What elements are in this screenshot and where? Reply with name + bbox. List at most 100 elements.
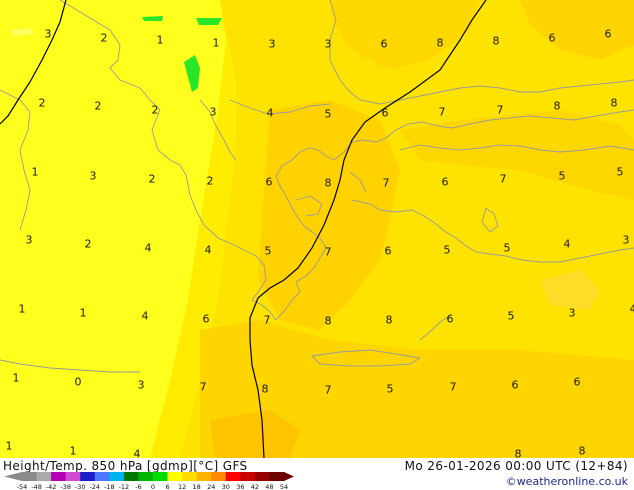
- temperature-value-label: 1: [31, 165, 39, 179]
- scale-arrow-left: [4, 472, 22, 481]
- temperature-value-label: 2: [148, 172, 156, 186]
- temperature-value-label: 5: [507, 309, 515, 323]
- temperature-value-label: 1: [18, 302, 26, 316]
- scale-swatch: [211, 472, 227, 481]
- scale-swatch: [94, 472, 110, 481]
- temperature-value-label: 4: [266, 106, 274, 120]
- temperature-value-label: 1: [5, 439, 13, 453]
- temperature-value-label: 3: [622, 233, 630, 247]
- temperature-value-label: 5: [386, 382, 394, 396]
- scale-swatch: [254, 472, 270, 481]
- scale-tick-label: 42: [251, 483, 259, 490]
- temperature-value-label: 5: [616, 165, 624, 179]
- temperature-value-label: 6: [548, 31, 556, 45]
- temperature-value-label: 8: [514, 447, 522, 459]
- temperature-value-label: 2: [38, 96, 46, 110]
- temperature-value-label: 8: [324, 314, 332, 328]
- footer: Height/Temp. 850 hPa [gdmp][°C] GFS Mo 2…: [0, 458, 634, 490]
- temperature-value-label: 8: [610, 96, 618, 110]
- temperature-value-label: 5: [443, 243, 451, 257]
- temperature-value-label: 7: [438, 105, 446, 119]
- temperature-value-label: 5: [324, 107, 332, 121]
- temperature-value-label: 2: [94, 99, 102, 113]
- scale-swatch: [225, 472, 241, 481]
- scale-tick-label: 0: [151, 483, 155, 490]
- temperature-value-label: 4: [204, 243, 212, 257]
- temperature-value-label: 7: [499, 172, 507, 186]
- scale-swatch: [182, 472, 198, 481]
- temperature-value-label: 3: [324, 37, 332, 51]
- scale-swatch: [109, 472, 125, 481]
- temperature-value-label: 6: [384, 244, 392, 258]
- temperature-value-label: 4: [563, 237, 571, 251]
- temperature-value-label: 8: [261, 382, 269, 396]
- temperature-value-label: 6: [511, 378, 519, 392]
- temperature-value-label: 3: [44, 27, 52, 41]
- temperature-value-label: 2: [206, 174, 214, 188]
- scale-tick-label: 6: [165, 483, 169, 490]
- scale-swatch: [240, 472, 256, 481]
- scale-swatch: [65, 472, 81, 481]
- scale-tick-label: 24: [207, 483, 215, 490]
- scale-swatch: [269, 472, 285, 481]
- temperature-value-label: 3: [209, 105, 217, 119]
- scale-swatch: [167, 472, 183, 481]
- temperature-value-label: 6: [441, 175, 449, 189]
- temperature-value-label: 3: [268, 37, 276, 51]
- temperature-value-label: 4: [629, 302, 634, 316]
- temperature-value-label: 1: [12, 371, 20, 385]
- scale-arrow-right: [284, 472, 294, 481]
- temperature-value-label: 6: [604, 27, 612, 41]
- temperature-value-label: 3: [89, 169, 97, 183]
- temperature-value-label: 1: [69, 444, 77, 458]
- temperature-value-label: 6: [381, 106, 389, 120]
- temperature-value-label: 7: [199, 380, 207, 394]
- scale-swatch: [123, 472, 139, 481]
- color-scale: -54 -48 -42 -38 -30 -24 -18 -12 -6 0 6 12 18 24 30 36 42…: [4, 472, 294, 490]
- scale-swatch: [80, 472, 96, 481]
- scale-swatch: [138, 472, 154, 481]
- temperature-value-label: 8: [385, 313, 393, 327]
- temperature-map: 3 2 1 1 3 3 6 8 8 6 6 2 2 2 3 4 5 6 7 7 8 8 1 3 2 2 6 8 7 6 7 5 5 3 2 4 4 5 7 6…: [0, 0, 634, 458]
- temperature-value-label: 6: [573, 375, 581, 389]
- temperature-value-label: 5: [264, 244, 272, 258]
- temperature-value-label: 2: [100, 31, 108, 45]
- scale-swatch: [36, 472, 52, 481]
- temperature-value-label: 7: [496, 103, 504, 117]
- scale-tick-label: -48: [31, 483, 42, 490]
- temperature-value-label: 8: [553, 99, 561, 113]
- scale-tick-label: 30: [222, 483, 230, 490]
- temperature-value-label: 7: [449, 380, 457, 394]
- copyright-link[interactable]: ©weatheronline.co.uk: [506, 475, 628, 488]
- temperature-value-label: 3: [137, 378, 145, 392]
- scale-tick-label: 36: [236, 483, 244, 490]
- temperature-value-label: 8: [324, 176, 332, 190]
- temperature-value-label: 2: [151, 103, 159, 117]
- scale-tick-label: 12: [178, 483, 186, 490]
- scale-tick-label: -12: [119, 483, 130, 490]
- temperature-value-label: 3: [25, 233, 33, 247]
- temperature-value-label: 0: [74, 375, 82, 389]
- scale-tick-label: -30: [75, 483, 86, 490]
- temperature-value-label: 4: [144, 241, 152, 255]
- scale-tick-label: -18: [104, 483, 115, 490]
- scale-tick-label: -6: [135, 483, 141, 490]
- temperature-value-label: 2: [84, 237, 92, 251]
- temperature-value-label: 1: [79, 306, 87, 320]
- temperature-value-label: 6: [380, 37, 388, 51]
- scale-tick-label: 48: [265, 483, 273, 490]
- temperature-value-label: 6: [446, 312, 454, 326]
- temperature-value-label: 7: [324, 383, 332, 397]
- scale-swatch: [153, 472, 169, 481]
- temperature-value-label: 8: [578, 444, 586, 458]
- temperature-value-label: 5: [558, 169, 566, 183]
- green-patch-2: [196, 18, 222, 25]
- scale-tick-label: 18: [193, 483, 201, 490]
- temperature-value-label: 5: [503, 241, 511, 255]
- temperature-value-label: 8: [492, 34, 500, 48]
- temperature-value-label: 7: [263, 313, 271, 327]
- temperature-value-label: 6: [202, 312, 210, 326]
- map-canvas: [0, 0, 634, 458]
- temperature-value-label: 1: [156, 33, 164, 47]
- scale-tick-label: 54: [280, 483, 288, 490]
